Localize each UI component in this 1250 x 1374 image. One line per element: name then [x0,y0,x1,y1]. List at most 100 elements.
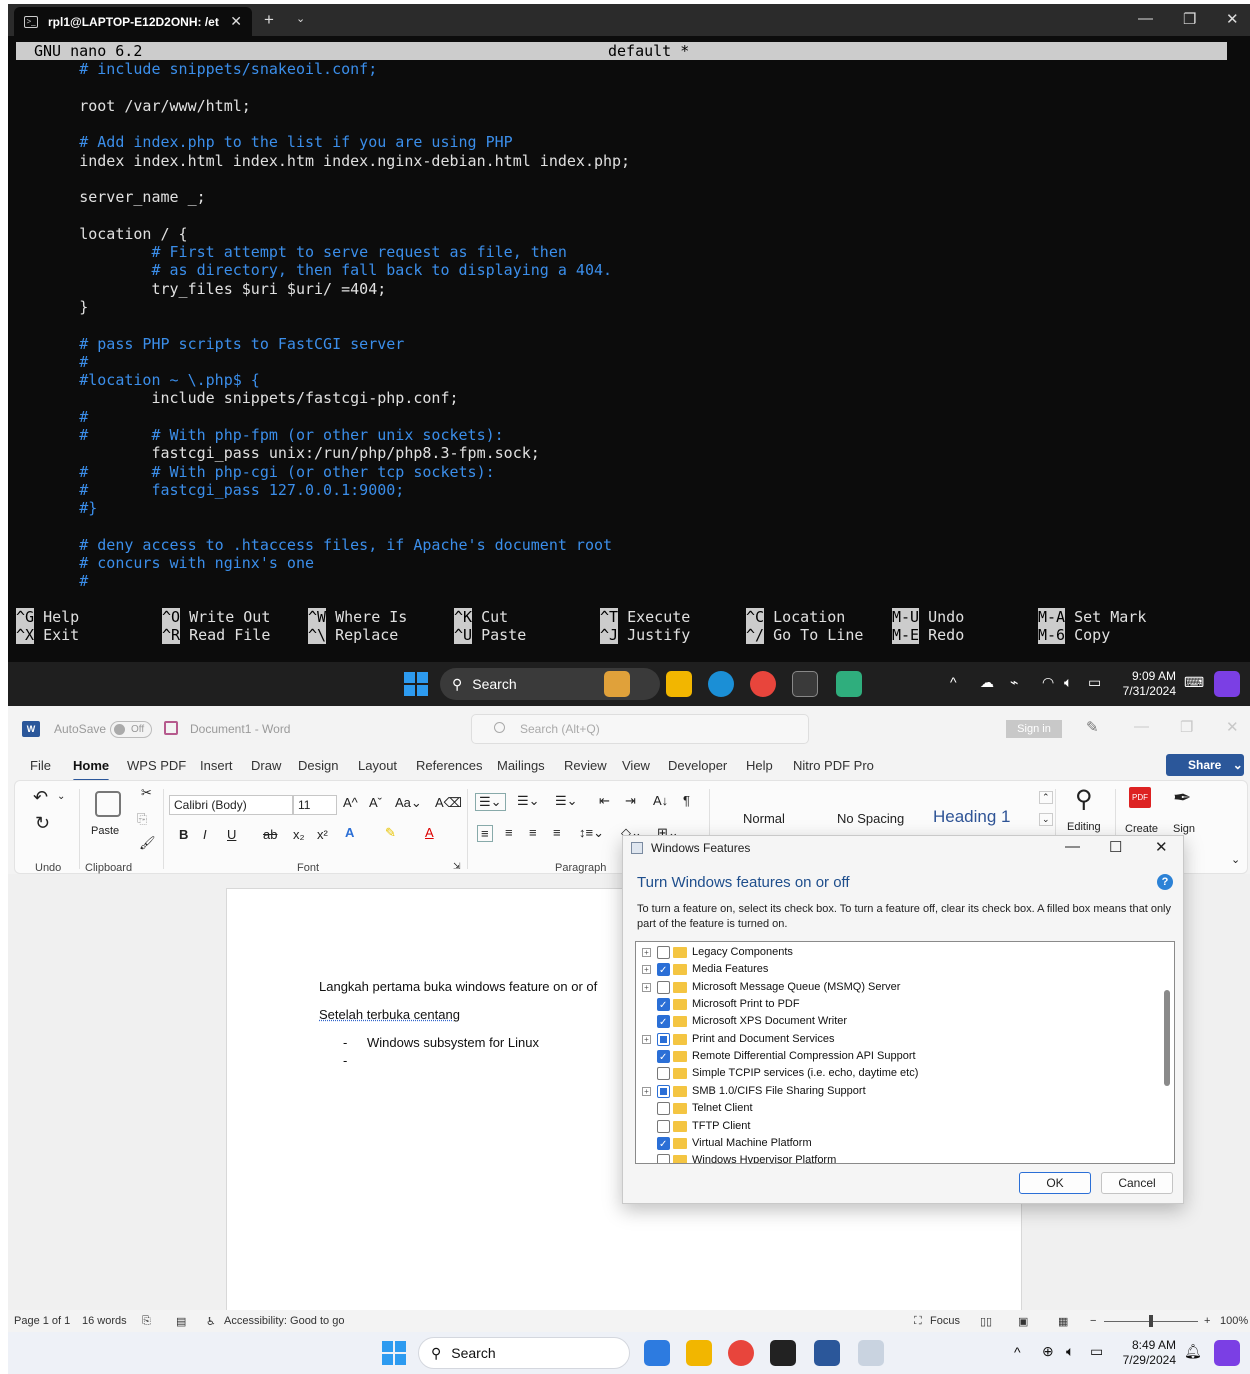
code-line[interactable]: #} [16,499,97,517]
clear-formatting-icon[interactable]: A⌫ [435,795,462,811]
sign-in-button[interactable]: Sign in [1006,720,1062,738]
font-size-select[interactable]: 11 [293,795,337,815]
restore-icon[interactable]: ❐ [1183,10,1196,28]
zoom-out-icon[interactable]: − [1090,1315,1096,1327]
show-marks-icon[interactable]: ¶ [683,793,690,808]
code-line[interactable]: # Add index.php to the list if you are u… [16,133,513,151]
feature-item[interactable]: Remote Differential Compression API Supp… [640,1048,1160,1066]
sign-pen-icon[interactable]: ✒ [1173,785,1191,811]
chevron-up-icon[interactable]: ^ [950,674,957,690]
code-line[interactable]: # # With php-cgi (or other tcp sockets): [16,463,494,481]
superscript-icon[interactable]: x² [317,827,328,842]
chevron-down-icon[interactable]: ⌄ [296,12,305,25]
autosave-toggle[interactable]: Off [110,721,152,738]
shrink-font-icon[interactable]: Aˇ [369,795,382,810]
accessibility-status[interactable]: Accessibility: Good to go [224,1315,344,1327]
feature-item[interactable]: + Legacy Components [640,944,1160,961]
chrome-icon[interactable] [728,1340,754,1366]
focus-mode-button[interactable]: Focus [930,1315,960,1327]
feature-item[interactable]: Windows Hypervisor Platform [640,1152,1160,1163]
styles-scroll-down-icon[interactable]: ⌄ [1039,813,1053,826]
expand-icon[interactable]: + [642,982,651,992]
undo-icon[interactable]: ↶ [33,787,48,808]
battery-icon[interactable]: ▭ [1088,674,1101,691]
tab-draw[interactable]: Draw [251,758,281,773]
code-line[interactable]: include snippets/fastcgi-php.conf; [16,389,458,407]
code-line[interactable]: try_files $uri $uri/ =404; [16,280,386,298]
start-icon[interactable] [404,672,428,696]
tab-view[interactable]: View [622,758,650,773]
cancel-button[interactable]: Cancel [1101,1172,1173,1194]
wifi-icon[interactable]: ◠ [1042,674,1054,691]
expand-icon[interactable]: + [642,1086,651,1096]
maximize-icon[interactable]: ☐ [1109,838,1122,856]
notification-bell-icon[interactable]: 🔔︎ [1184,1343,1202,1360]
text-predictions-icon[interactable]: ▤ [176,1315,186,1328]
feature-checkbox[interactable] [657,1067,670,1081]
cloud-icon[interactable]: ☁ [980,674,994,691]
feature-checkbox[interactable] [657,1102,670,1116]
chevron-up-icon[interactable]: ^ [1014,1344,1021,1360]
grow-font-icon[interactable]: A^ [343,795,358,810]
tab-developer[interactable]: Developer [668,758,727,773]
tab-wps-pdf[interactable]: WPS PDF [127,758,186,773]
close-tab-icon[interactable]: ✕ [230,13,242,30]
file-explorer-icon[interactable] [686,1340,712,1366]
sign-label[interactable]: Sign [1173,823,1195,835]
bold-icon[interactable]: B [179,827,188,842]
feature-checkbox[interactable] [657,1014,670,1031]
feature-item[interactable]: TFTP Client [640,1118,1160,1135]
expand-icon[interactable]: + [642,1034,651,1044]
feature-item[interactable]: Virtual Machine Platform [640,1135,1160,1153]
strikethrough-icon[interactable]: ab [263,827,277,842]
widgets-icon[interactable] [644,1340,670,1366]
close-window-icon[interactable]: ✕ [1155,838,1168,856]
numbering-icon[interactable]: ☰⌄ [517,793,540,809]
windows-features-dialog[interactable]: Windows Features — ☐ ✕ Turn Windows feat… [622,835,1184,1204]
redo-icon[interactable]: ↻ [35,813,50,834]
code-line[interactable]: # [16,408,88,426]
zoom-slider-handle[interactable] [1149,1315,1153,1327]
code-line[interactable]: # fastcgi_pass 127.0.0.1:9000; [16,481,404,499]
ribbon-collapse-icon[interactable]: ⌄ [1231,853,1240,866]
subscript-icon[interactable]: x₂ [293,827,305,842]
tab-review[interactable]: Review [564,758,607,773]
taskbar-clock[interactable]: 8:49 AM 7/29/2024 [1112,1338,1176,1368]
multilevel-list-icon[interactable]: ☰⌄ [555,793,578,809]
tab-references[interactable]: References [416,758,482,773]
copy-icon[interactable]: ⎘ [137,811,147,827]
sort-icon[interactable]: A↓ [653,793,668,808]
print-layout-icon[interactable]: ▣ [1018,1315,1028,1328]
expand-icon[interactable]: + [642,948,651,957]
editing-label[interactable]: Editing [1067,821,1101,833]
style-normal[interactable]: Normal [743,811,785,826]
code-line[interactable]: # First attempt to serve request as file… [16,243,566,261]
windows-features-app-icon[interactable] [858,1340,884,1366]
save-icon[interactable] [164,721,178,735]
align-left-icon[interactable]: ≡ [477,825,493,842]
feature-checkbox[interactable] [657,1049,670,1066]
tab-mailings[interactable]: Mailings [497,758,545,773]
code-line[interactable]: # concurs with nginx's one [16,554,314,572]
feature-checkbox[interactable] [657,1154,670,1163]
chrome-icon[interactable] [750,671,776,697]
tab-design[interactable]: Design [298,758,338,773]
widgets-icon[interactable] [604,671,630,697]
minimize-icon[interactable]: — [1065,838,1080,855]
layers-app-icon[interactable] [836,671,862,697]
paste-icon[interactable] [95,791,121,817]
code-line[interactable]: # [16,353,88,371]
close-window-icon[interactable]: ✕ [1226,718,1239,736]
feature-item[interactable]: + Media Features [640,961,1160,979]
proofing-icon[interactable]: ⎘ [142,1315,151,1328]
line-spacing-icon[interactable]: ↕≡⌄ [579,825,604,841]
copilot-icon[interactable] [1214,1340,1240,1366]
tab-insert[interactable]: Insert [200,758,233,773]
font-name-select[interactable]: Calibri (Body) [169,795,293,815]
styles-scroll-up-icon[interactable]: ⌃ [1039,791,1053,804]
file-explorer-icon[interactable] [666,671,692,697]
feature-checkbox[interactable] [657,1084,670,1098]
italic-icon[interactable]: I [203,827,207,842]
feature-item[interactable]: + Print and Document Services [640,1031,1160,1048]
feature-checkbox[interactable] [657,1032,670,1046]
